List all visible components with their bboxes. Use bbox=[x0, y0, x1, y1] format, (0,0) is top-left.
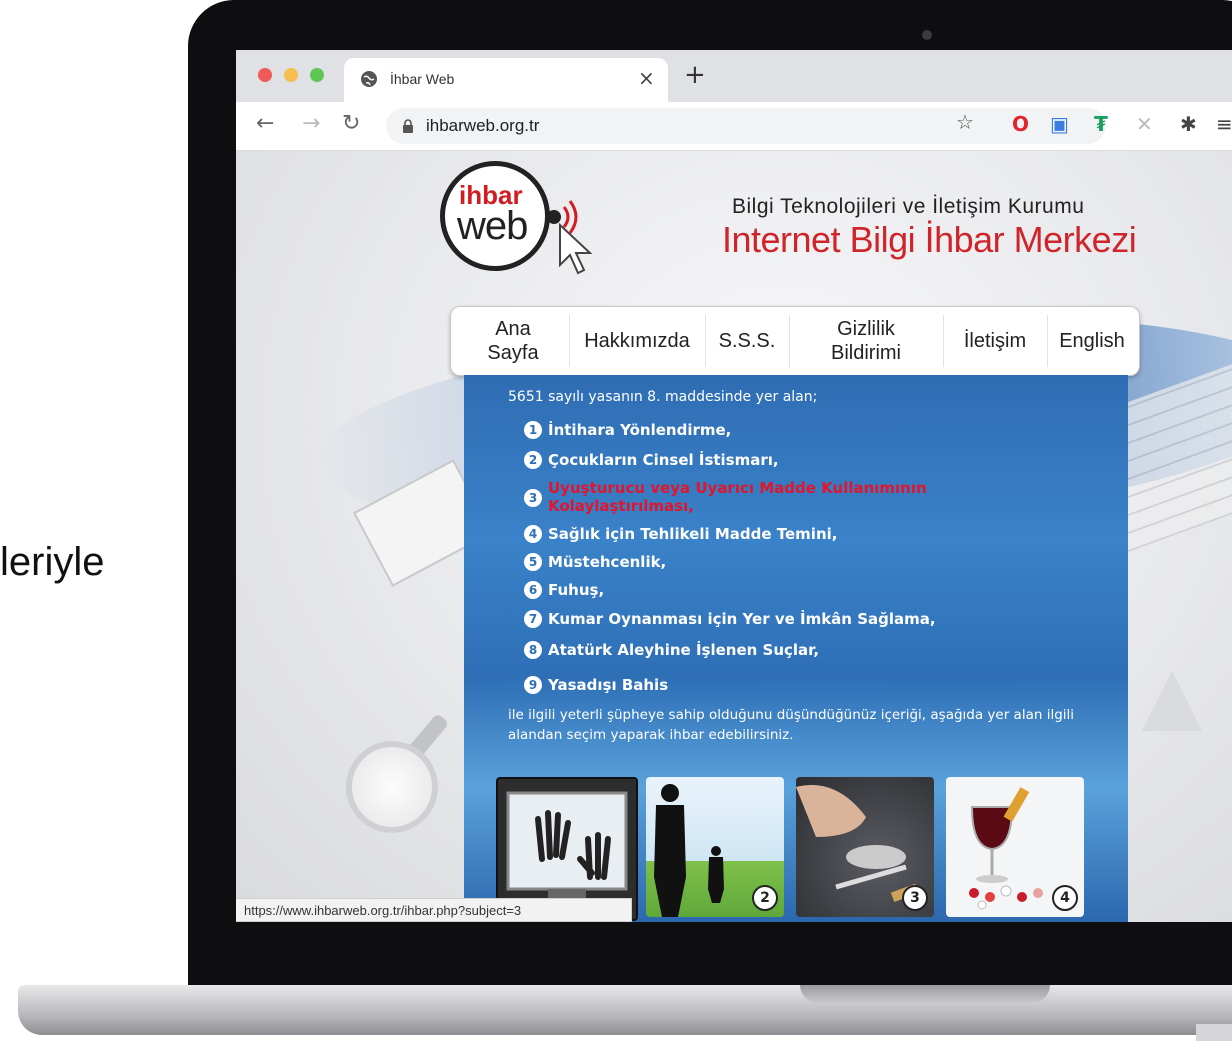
nav-about[interactable]: Hakkımızda bbox=[569, 307, 705, 375]
category-label: Fuhuş, bbox=[548, 581, 605, 599]
slide-corner bbox=[1196, 1024, 1232, 1041]
nav-contact-label: İletişim bbox=[963, 330, 1027, 352]
url-text: ihbarweb.org.tr bbox=[426, 116, 540, 135]
nav-faq-label: S.S.S. bbox=[718, 330, 776, 352]
back-arrow-icon[interactable]: ← bbox=[256, 112, 274, 136]
thumbnail-silhouettes[interactable]: 2 bbox=[646, 777, 784, 917]
category-label: Kumar Oynanması için Yer ve İmkân Sağlam… bbox=[548, 610, 936, 628]
nav-about-label: Hakkımızda bbox=[584, 330, 690, 352]
outro-text: ile ilgili yeterli şüpheye sahip olduğun… bbox=[508, 707, 1075, 743]
ihbarweb-logo[interactable]: ihbar web bbox=[440, 161, 550, 271]
nav-english[interactable]: English bbox=[1047, 307, 1137, 375]
header-title: Internet Bilgi İhbar Merkezi bbox=[722, 219, 1137, 260]
laptop-base bbox=[18, 985, 1232, 1035]
logo-web-text: web bbox=[457, 204, 528, 248]
maximize-window-icon[interactable] bbox=[310, 68, 324, 82]
close-window-icon[interactable] bbox=[258, 68, 272, 82]
nav-privacy[interactable]: Gizlilik Bildirimi bbox=[789, 307, 943, 375]
thumbnail-number: 2 bbox=[752, 885, 778, 911]
nav-privacy-label: Gizlilik Bildirimi bbox=[831, 318, 901, 364]
number-badge: 6 bbox=[524, 581, 542, 599]
nav-contact[interactable]: İletişim bbox=[943, 307, 1047, 375]
address-bar[interactable]: ihbarweb.org.tr bbox=[386, 108, 1106, 144]
header-institution: Bilgi Teknolojileri ve İletişim Kurumu bbox=[732, 195, 1085, 218]
category-label: Yasadışı Bahis bbox=[548, 676, 669, 694]
category-item[interactable]: 8 Atatürk Aleyhine İşlenen Suçlar, bbox=[524, 641, 819, 659]
category-item[interactable]: 2 Çocukların Cinsel İstismarı, bbox=[524, 451, 779, 469]
globe-icon bbox=[361, 71, 377, 87]
new-tab-button[interactable]: + bbox=[684, 62, 706, 88]
category-item[interactable]: 9 Yasadışı Bahis bbox=[524, 676, 668, 694]
browser-toolbar: ← → ↻ ihbarweb.org.tr ☆ O ▣ ₮ ✕ ✱ ≡ bbox=[236, 102, 1232, 151]
report-categories-panel: 5651 sayılı yasanın 8. maddesinde yer al… bbox=[464, 375, 1128, 922]
tab-ihbar-web[interactable]: İhbar Web × bbox=[344, 58, 668, 102]
nav-home-label: Ana Sayfa bbox=[487, 318, 539, 364]
category-item-highlighted[interactable]: 3 Uyuşturucu veya Uyarıcı Madde Kullanım… bbox=[524, 479, 968, 515]
camera-icon bbox=[922, 30, 932, 40]
number-badge: 9 bbox=[524, 676, 542, 694]
category-label: Sağlık için Tehlikeli Madde Temini, bbox=[548, 525, 838, 543]
blocked-extension-icon[interactable]: ✕ bbox=[1136, 112, 1153, 136]
opera-icon[interactable]: O bbox=[1012, 112, 1029, 136]
category-item[interactable]: 4 Sağlık için Tehlikeli Madde Temini, bbox=[524, 525, 837, 543]
tab-close-icon[interactable]: × bbox=[638, 66, 655, 90]
nav-english-label: English bbox=[1059, 330, 1125, 352]
menu-icon[interactable]: ≡ bbox=[1216, 112, 1232, 136]
bookmark-star-icon[interactable]: ☆ bbox=[956, 110, 974, 134]
puzzle-icon[interactable]: ✱ bbox=[1180, 112, 1197, 136]
nav-home[interactable]: Ana Sayfa bbox=[457, 307, 569, 375]
warning-sign-graphic bbox=[1142, 671, 1202, 731]
magnifier-graphic bbox=[346, 741, 438, 833]
laptop-screen: İhbar Web × + ← → ↻ ihbarweb.org.tr ☆ O … bbox=[236, 50, 1232, 922]
number-badge: 3 bbox=[524, 489, 542, 507]
translate-icon[interactable]: ▣ bbox=[1050, 112, 1069, 136]
link-status-bar: https://www.ihbarweb.org.tr/ihbar.php?su… bbox=[236, 898, 632, 922]
reload-icon[interactable]: ↻ bbox=[342, 112, 360, 136]
category-label: Uyuşturucu veya Uyarıcı Madde Kullanımın… bbox=[548, 479, 927, 515]
tab-bar: İhbar Web × + bbox=[236, 50, 1232, 102]
number-badge: 8 bbox=[524, 641, 542, 659]
number-badge: 5 bbox=[524, 553, 542, 571]
category-label: İntihara Yönlendirme, bbox=[548, 421, 732, 439]
number-badge: 1 bbox=[524, 421, 542, 439]
laptop-notch bbox=[800, 985, 1050, 1003]
tab-title: İhbar Web bbox=[390, 71, 455, 87]
category-item[interactable]: 7 Kumar Oynanması için Yer ve İmkân Sağl… bbox=[524, 610, 936, 628]
thumbnail-number: 4 bbox=[1052, 885, 1078, 911]
web-page: ihbar web Bilgi Teknolojileri ve İletişi… bbox=[236, 151, 1232, 922]
category-item[interactable]: 6 Fuhuş, bbox=[524, 581, 604, 599]
main-navigation: Ana Sayfa Hakkımızda S.S.S. Gizlilik Bil… bbox=[450, 306, 1140, 376]
number-badge: 4 bbox=[524, 525, 542, 543]
intro-text: 5651 sayılı yasanın 8. maddesinde yer al… bbox=[508, 389, 818, 405]
thumbnail-number: 3 bbox=[902, 885, 928, 911]
category-item[interactable]: 5 Müstehcenlik, bbox=[524, 553, 666, 571]
thumbnail-drugs[interactable]: 3 bbox=[796, 777, 934, 917]
extension-icon[interactable]: ₮ bbox=[1094, 112, 1108, 136]
nav-faq[interactable]: S.S.S. bbox=[705, 307, 789, 375]
category-item[interactable]: 1 İntihara Yönlendirme, bbox=[524, 421, 731, 439]
lock-icon bbox=[403, 119, 413, 133]
forward-arrow-icon[interactable]: → bbox=[302, 112, 320, 136]
slide-side-text: leriyle bbox=[0, 540, 105, 584]
category-label: Müstehcenlik, bbox=[548, 553, 667, 571]
category-label: Atatürk Aleyhine İşlenen Suçlar, bbox=[548, 641, 820, 659]
number-badge: 7 bbox=[524, 610, 542, 628]
number-badge: 2 bbox=[524, 451, 542, 469]
category-label: Çocukların Cinsel İstismarı, bbox=[548, 451, 779, 469]
thumbnail-wine-pills[interactable]: 4 bbox=[946, 777, 1084, 917]
minimize-window-icon[interactable] bbox=[284, 68, 298, 82]
cursor-waves-icon bbox=[547, 200, 593, 275]
